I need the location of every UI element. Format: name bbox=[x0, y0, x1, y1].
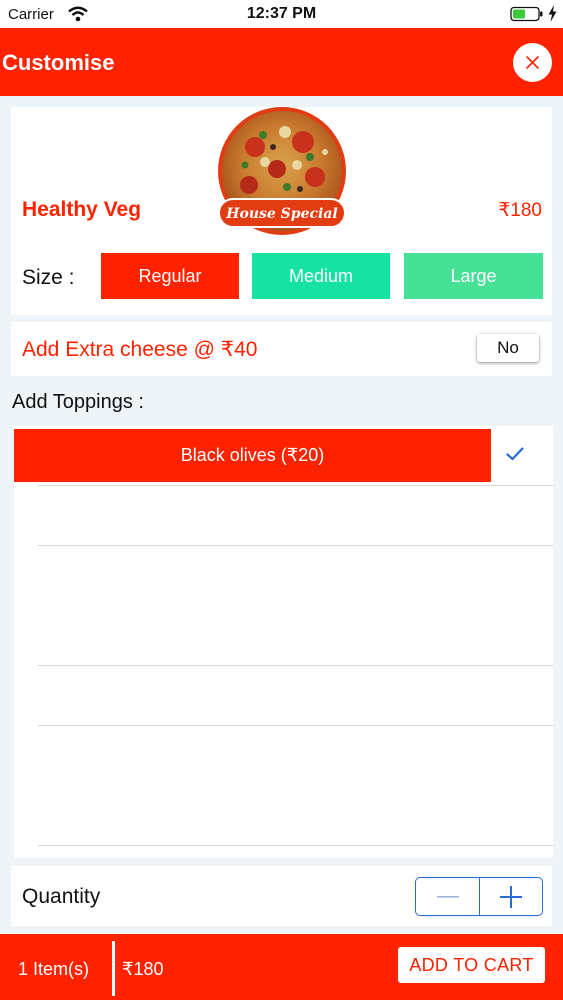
size-large-button[interactable]: Large bbox=[404, 253, 543, 299]
list-divider bbox=[38, 845, 553, 846]
product-card: House Special Healthy Veg ₹180 Size : Re… bbox=[11, 107, 552, 315]
cart-item-count: 1 Item(s) bbox=[18, 959, 90, 979]
product-price: ₹180 bbox=[498, 200, 542, 221]
cart-total: ₹180 bbox=[122, 959, 164, 979]
plus-icon bbox=[500, 885, 522, 908]
header-bar: Customise bbox=[0, 28, 563, 96]
checkmark-icon bbox=[506, 447, 524, 461]
footer-divider bbox=[112, 941, 115, 996]
list-divider bbox=[38, 545, 553, 546]
extra-cheese-toggle[interactable]: No bbox=[477, 334, 539, 362]
add-to-cart-button[interactable]: ADD TO CART bbox=[398, 947, 545, 983]
list-divider bbox=[38, 665, 553, 666]
battery-icon bbox=[510, 6, 544, 22]
page-title: Customise bbox=[2, 50, 115, 75]
product-name: Healthy Veg bbox=[22, 198, 142, 221]
status-time: 12:37 PM bbox=[246, 5, 317, 22]
list-divider bbox=[38, 725, 553, 726]
list-divider bbox=[38, 485, 553, 486]
toppings-heading: Add Toppings : bbox=[12, 391, 144, 413]
pizza-image: House Special bbox=[215, 107, 350, 239]
quantity-stepper bbox=[415, 877, 543, 916]
quantity-decrement-button[interactable] bbox=[416, 878, 479, 915]
topping-item-black-olives[interactable]: Black olives (₹20) bbox=[14, 429, 491, 482]
close-icon bbox=[526, 56, 539, 69]
extra-cheese-label: Add Extra cheese @ ₹40 bbox=[22, 338, 258, 361]
minus-icon bbox=[436, 895, 459, 898]
close-button[interactable] bbox=[513, 43, 552, 82]
extra-cheese-row: Add Extra cheese @ ₹40 No bbox=[11, 322, 552, 376]
quantity-increment-button[interactable] bbox=[480, 878, 542, 915]
size-regular-button[interactable]: Regular bbox=[101, 253, 239, 299]
footer-bar: 1 Item(s) ₹180 ADD TO CART bbox=[0, 934, 563, 1000]
charging-bolt-icon bbox=[548, 5, 557, 22]
toppings-list: Black olives (₹20) bbox=[14, 426, 553, 858]
quantity-row: Quantity bbox=[11, 866, 552, 926]
status-bar: Carrier 12:37 PM bbox=[0, 0, 563, 28]
size-medium-button[interactable]: Medium bbox=[252, 253, 390, 299]
house-special-badge: House Special bbox=[225, 206, 337, 222]
size-label: Size : bbox=[22, 266, 75, 289]
quantity-label: Quantity bbox=[22, 885, 101, 908]
